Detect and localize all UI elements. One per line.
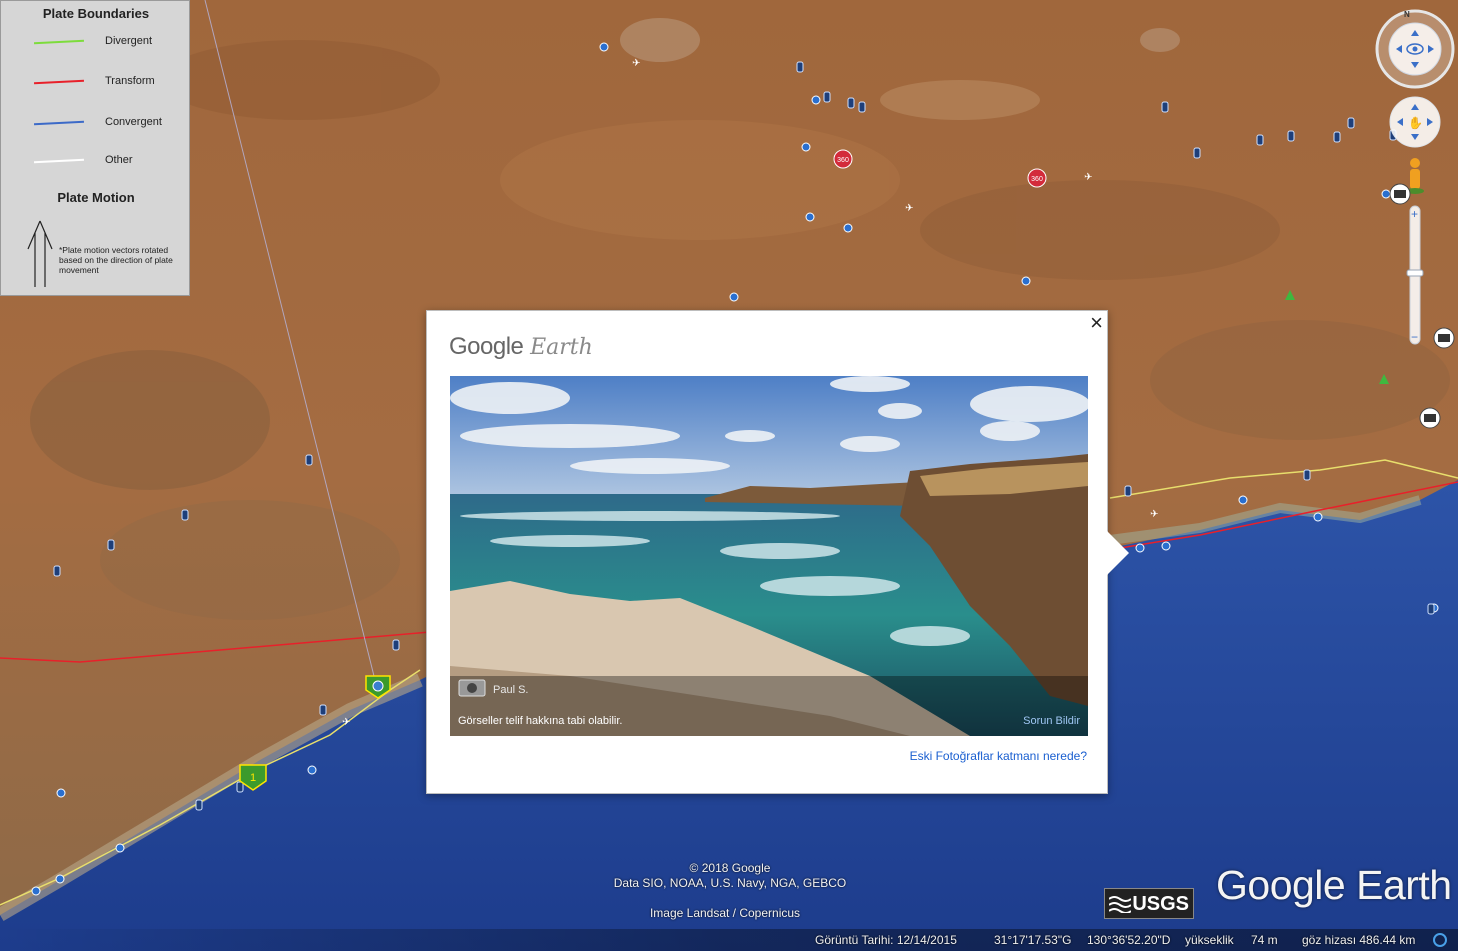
zoom-slider-handle[interactable] (1406, 269, 1424, 277)
contributor-avatar-icon (458, 679, 486, 697)
photo-layer-icon-2[interactable] (1418, 406, 1442, 430)
elevation-label: yükseklik (1185, 933, 1234, 947)
usgs-logo: USGS (1104, 888, 1194, 919)
layer-toggle-icon[interactable] (1388, 182, 1412, 206)
plate-legend: Plate Boundaries Divergent Transform Con… (0, 0, 190, 296)
compass-north-label: N (1404, 10, 1410, 19)
google-earth-watermark: Google Earth (1216, 862, 1452, 908)
legend-label: Transform (105, 75, 155, 87)
imagery-credit: Image Landsat / Copernicus (649, 906, 801, 920)
plate-motion-arrow-icon (27, 220, 53, 287)
elevation-value: 74 m (1251, 933, 1278, 947)
close-icon[interactable]: × (1090, 312, 1103, 334)
eye-altitude: göz hizası 486.44 km (1302, 933, 1416, 947)
copyright-notice: Görseller telif hakkına tabi olabilir. (458, 715, 623, 727)
legend-item-transform: Transform (1, 72, 191, 92)
usgs-wave-icon (1109, 896, 1131, 913)
latitude-readout: 31°17'17.53"G (994, 933, 1072, 947)
old-photos-layer-link[interactable]: Eski Fotoğraflar katmanı nerede? (910, 749, 1087, 763)
coastline-photo-image (450, 376, 1088, 736)
logo-earth: Earth (530, 335, 593, 360)
legend-item-divergent: Divergent (1, 32, 191, 52)
imagery-date: Görüntü Tarihi: 12/14/2015 (815, 933, 957, 947)
streaming-status-icon (1433, 933, 1447, 947)
google-earth-popup-logo: Google Earth (449, 333, 593, 361)
navigation-controls[interactable]: N ✋ + − (1374, 8, 1458, 348)
zoom-out-button[interactable]: − (1411, 330, 1418, 344)
attribution-line-2: Data SIO, NOAA, U.S. Navy, NGA, GEBCO (613, 876, 847, 890)
legend-item-convergent: Convergent (1, 113, 191, 133)
attribution-line-1: © 2018 Google (689, 861, 771, 875)
photo-info-popup: × Google Earth Paul S. Görseller telif h… (426, 310, 1129, 794)
popup-pointer (1107, 531, 1129, 575)
legend-motion-note: *Plate motion vectors rotated based on t… (59, 245, 173, 275)
legend-label: Divergent (105, 35, 153, 47)
legend-label: Other (105, 154, 133, 166)
legend-item-other: Other (1, 151, 191, 171)
status-bar: Görüntü Tarihi: 12/14/2015 31°17'17.53"G… (0, 929, 1458, 951)
report-problem-link[interactable]: Sorun Bildir (1023, 715, 1080, 727)
legend-title: Plate Boundaries (42, 6, 150, 21)
zoom-in-button[interactable]: + (1411, 207, 1418, 221)
legend-label: Convergent (105, 116, 162, 128)
logo-google: Google (449, 333, 524, 360)
photo-layer-icon[interactable] (1432, 326, 1456, 350)
coastline-photo[interactable]: Paul S. Görseller telif hakkına tabi ola… (450, 376, 1088, 736)
legend-motion-title: Plate Motion (57, 190, 135, 205)
photo-credit[interactable]: Paul S. (493, 684, 528, 696)
hand-pan-icon: ✋ (1408, 116, 1423, 130)
longitude-readout: 130°36'52.20"D (1087, 933, 1171, 947)
map-attribution: © 2018 Google Data SIO, NOAA, U.S. Navy,… (560, 861, 900, 891)
usgs-text: USGS (1132, 893, 1189, 915)
